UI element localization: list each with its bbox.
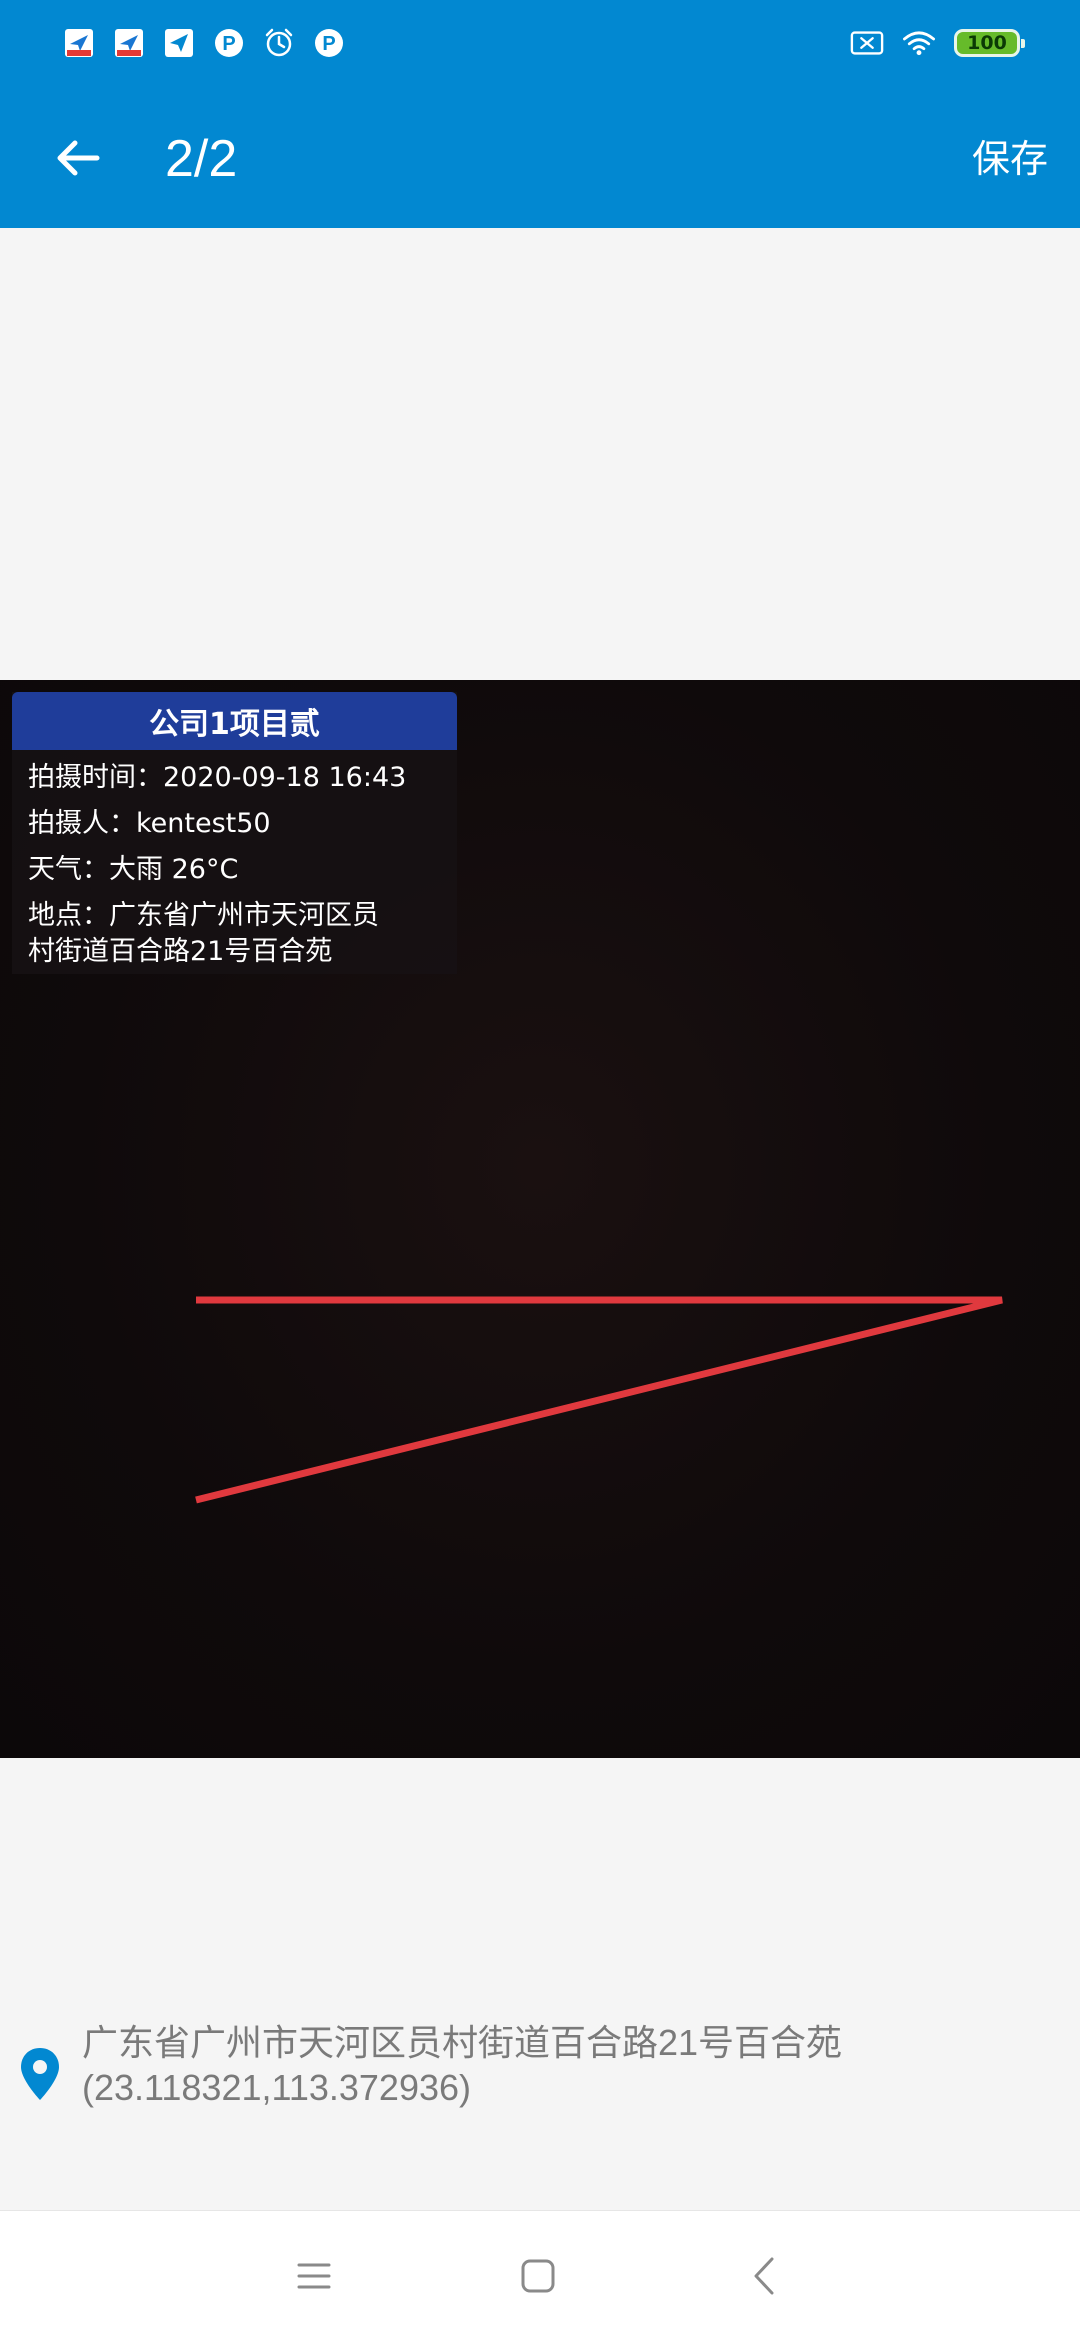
annotation-stroke (195, 1296, 1003, 1504)
annotation-drawing (195, 1296, 1003, 1504)
sim-missing-icon (850, 26, 884, 60)
location-pin-icon (21, 2048, 59, 2100)
save-button[interactable]: 保存 (972, 124, 1048, 194)
system-nav-bar (0, 2210, 1080, 2340)
nav-menu-button[interactable] (284, 2246, 344, 2306)
notification-app-icon (62, 26, 96, 60)
battery-icon: 100 (954, 29, 1025, 57)
back-icon (754, 2257, 774, 2295)
wifi-icon (902, 26, 936, 60)
nav-back-button[interactable] (734, 2246, 794, 2306)
app-bar: 2/2 保存 (0, 90, 1080, 228)
svg-text:P: P (322, 33, 335, 55)
status-system-icons: 100 (850, 26, 1025, 60)
location-coordinates: (23.118321,113.372936) (82, 2067, 472, 2108)
photo-preview-screen: P P 100 2/2 保存 公司1项目贰 拍摄时间：2020-09-18 16… (0, 0, 1080, 2340)
parking-icon: P (212, 26, 246, 60)
menu-icon (297, 2263, 331, 2289)
send-icon (162, 26, 196, 60)
nav-home-button[interactable] (508, 2246, 568, 2306)
alarm-icon (262, 26, 296, 60)
back-button[interactable] (40, 120, 116, 196)
status-bar: P P 100 (0, 0, 1080, 90)
page-title: 2/2 (165, 130, 238, 188)
parking-icon: P (312, 26, 346, 60)
location-text: 广东省广州市天河区员村街道百合路21号百合苑 (23.118321,113.37… (82, 2020, 842, 2110)
svg-text:P: P (222, 33, 235, 55)
location-info: 广东省广州市天河区员村街道百合路21号百合苑 (23.118321,113.37… (18, 2020, 1058, 2110)
location-address: 广东省广州市天河区员村街道百合路21号百合苑 (82, 2022, 843, 2063)
notification-app-icon (112, 26, 146, 60)
photo-image[interactable]: 公司1项目贰 拍摄时间：2020-09-18 16:43 拍摄人：kentest… (0, 680, 1080, 1758)
arrow-left-icon (57, 140, 100, 176)
home-icon (521, 2259, 555, 2293)
status-notification-icons: P P (62, 26, 346, 60)
